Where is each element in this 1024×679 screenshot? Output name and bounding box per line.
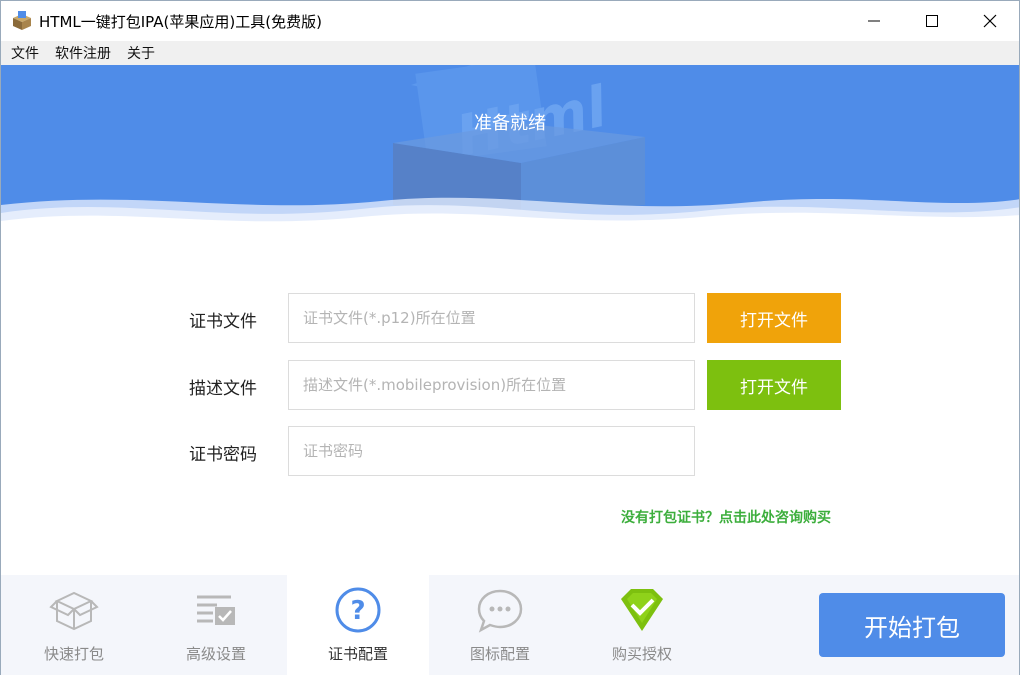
profile-file-label: 描述文件 bbox=[189, 379, 257, 399]
app-window: HTML一键打包IPA(苹果应用)工具(免费版) 文件 软件注册 关于 Html bbox=[0, 0, 1020, 675]
menu-file[interactable]: 文件 bbox=[11, 43, 39, 63]
open-cert-file-button[interactable]: 打开文件 bbox=[707, 293, 841, 343]
window-controls bbox=[845, 1, 1019, 41]
settings-list-icon bbox=[197, 595, 235, 625]
buy-cert-link[interactable]: 没有打包证书？点击此处咨询购买 bbox=[621, 507, 831, 527]
question-icon: ? bbox=[335, 587, 381, 633]
banner-illustration: Html bbox=[1, 65, 1019, 225]
box-icon bbox=[49, 591, 99, 631]
cert-password-row: 证书密码 bbox=[1, 426, 1019, 478]
cert-file-label: 证书文件 bbox=[189, 312, 257, 332]
start-packaging-button[interactable]: 开始打包 bbox=[819, 593, 1005, 657]
cert-password-input[interactable] bbox=[288, 426, 695, 476]
tab-icon-config[interactable]: 图标配置 bbox=[429, 575, 571, 675]
minimize-icon bbox=[868, 20, 880, 22]
diamond-check-icon bbox=[621, 589, 663, 631]
minimize-button[interactable] bbox=[845, 1, 903, 41]
tab-buy-license[interactable]: 购买授权 bbox=[571, 575, 713, 675]
cert-file-input[interactable] bbox=[288, 293, 695, 343]
tab-label: 高级设置 bbox=[185, 645, 246, 663]
tab-label: 证书配置 bbox=[327, 645, 388, 663]
status-title: 准备就绪 bbox=[474, 113, 546, 134]
tab-label: 快速打包 bbox=[43, 645, 104, 663]
open-profile-file-button[interactable]: 打开文件 bbox=[707, 360, 841, 410]
cert-file-row: 证书文件 打开文件 bbox=[1, 293, 1019, 345]
app-box-icon bbox=[13, 11, 31, 30]
maximize-icon bbox=[926, 15, 938, 27]
cert-config-panel: 证书文件 打开文件 描述文件 打开文件 证书密码 没有打包证书？点击此处咨询购买 bbox=[1, 225, 1019, 575]
tab-label: 购买授权 bbox=[611, 645, 672, 663]
title-bar[interactable]: HTML一键打包IPA(苹果应用)工具(免费版) bbox=[1, 1, 1019, 41]
maximize-button[interactable] bbox=[903, 1, 961, 41]
tab-cert-config[interactable]: ? 证书配置 bbox=[287, 575, 429, 675]
tab-advanced-settings[interactable]: 高级设置 bbox=[145, 575, 287, 675]
bottom-nav: 快速打包 高级设置 ? 证书配置 图标配置 购买授权 开始打包 bbox=[1, 575, 1019, 675]
menu-about[interactable]: 关于 bbox=[127, 43, 155, 63]
menu-bar: 文件 软件注册 关于 bbox=[1, 41, 1019, 65]
menu-register[interactable]: 软件注册 bbox=[55, 43, 111, 63]
profile-file-row: 描述文件 打开文件 bbox=[1, 360, 1019, 412]
window-title: HTML一键打包IPA(苹果应用)工具(免费版) bbox=[39, 12, 322, 31]
chat-bubble-icon bbox=[477, 589, 523, 633]
tab-label: 图标配置 bbox=[469, 645, 530, 663]
close-button[interactable] bbox=[961, 1, 1019, 41]
profile-file-input[interactable] bbox=[288, 360, 695, 410]
close-icon bbox=[983, 14, 997, 28]
tab-quick-pack[interactable]: 快速打包 bbox=[3, 575, 145, 675]
svg-text:?: ? bbox=[350, 596, 365, 626]
cert-password-label: 证书密码 bbox=[189, 445, 257, 465]
banner: Html 准备就绪 bbox=[1, 65, 1019, 225]
